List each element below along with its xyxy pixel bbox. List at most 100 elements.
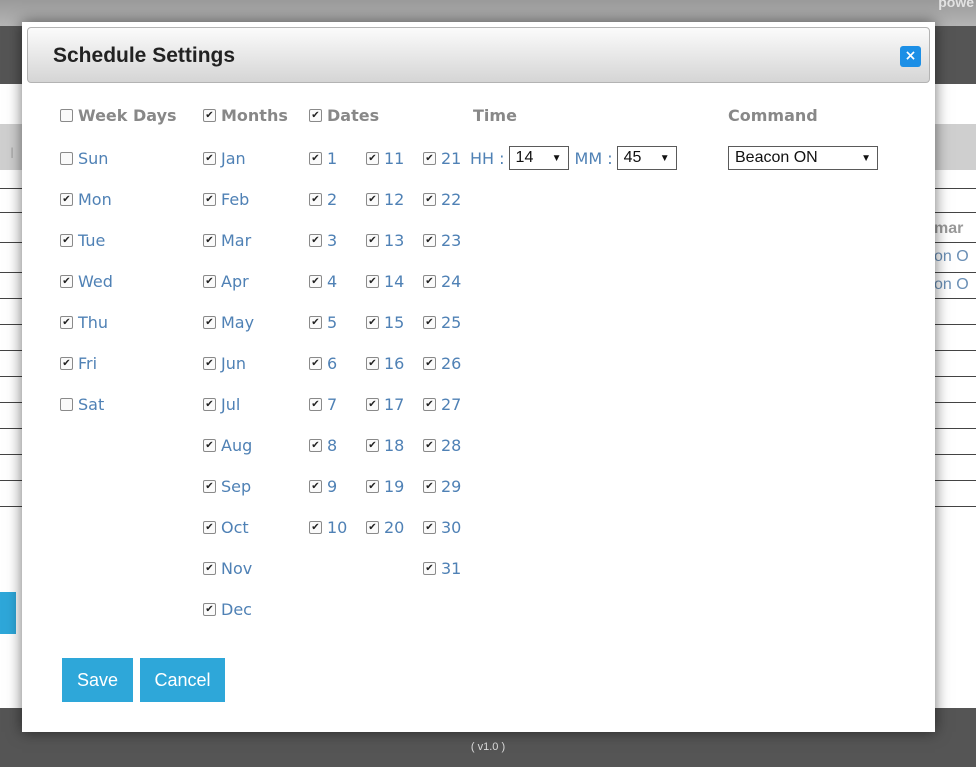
week-days-item[interactable]: ✔ Tue xyxy=(60,231,105,250)
months-checkbox[interactable]: ✔ xyxy=(203,521,216,534)
week-days-checkbox[interactable]: ✔ xyxy=(60,316,73,329)
months-checkbox[interactable]: ✔ xyxy=(203,152,216,165)
side-button[interactable] xyxy=(0,592,16,634)
date-item[interactable]: ✔ 28 xyxy=(423,436,461,455)
dates-header[interactable]: ✔ Dates xyxy=(309,106,379,125)
week-days-select-all-checkbox[interactable] xyxy=(60,109,73,122)
week-days-checkbox[interactable]: ✔ xyxy=(60,357,73,370)
date-checkbox[interactable]: ✔ xyxy=(309,398,322,411)
week-days-header[interactable]: Week Days xyxy=(60,106,177,125)
dates-select-all-checkbox[interactable]: ✔ xyxy=(309,109,322,122)
date-item[interactable]: ✔ 10 xyxy=(309,518,347,537)
months-item[interactable]: ✔ Jun xyxy=(203,354,246,373)
date-checkbox[interactable]: ✔ xyxy=(423,193,436,206)
week-days-item[interactable]: ✔ Fri xyxy=(60,354,97,373)
date-item[interactable]: ✔ 25 xyxy=(423,313,461,332)
date-item[interactable]: ✔ 14 xyxy=(366,272,404,291)
save-button[interactable]: Save xyxy=(62,658,133,702)
months-item[interactable]: ✔ May xyxy=(203,313,254,332)
months-item[interactable]: ✔ Sep xyxy=(203,477,251,496)
months-item[interactable]: ✔ Jan xyxy=(203,149,246,168)
date-checkbox[interactable]: ✔ xyxy=(366,316,379,329)
week-days-checkbox[interactable] xyxy=(60,152,73,165)
months-select-all-checkbox[interactable]: ✔ xyxy=(203,109,216,122)
date-item[interactable]: ✔ 21 xyxy=(423,149,461,168)
date-checkbox[interactable]: ✔ xyxy=(309,234,322,247)
week-days-checkbox[interactable]: ✔ xyxy=(60,234,73,247)
months-header[interactable]: ✔ Months xyxy=(203,106,288,125)
months-checkbox[interactable]: ✔ xyxy=(203,234,216,247)
date-checkbox[interactable]: ✔ xyxy=(309,521,322,534)
week-days-item[interactable]: ✔ Thu xyxy=(60,313,108,332)
months-checkbox[interactable]: ✔ xyxy=(203,193,216,206)
date-checkbox[interactable]: ✔ xyxy=(423,152,436,165)
minute-select[interactable]: 45 ▼ xyxy=(616,146,677,170)
week-days-checkbox[interactable]: ✔ xyxy=(60,193,73,206)
table-cell[interactable]: on O xyxy=(934,276,969,294)
date-item[interactable]: ✔ 4 xyxy=(309,272,337,291)
date-item[interactable]: ✔ 12 xyxy=(366,190,404,209)
date-item[interactable]: ✔ 20 xyxy=(366,518,404,537)
date-checkbox[interactable]: ✔ xyxy=(309,480,322,493)
months-item[interactable]: ✔ Jul xyxy=(203,395,240,414)
date-checkbox[interactable]: ✔ xyxy=(309,357,322,370)
date-checkbox[interactable]: ✔ xyxy=(423,275,436,288)
months-checkbox[interactable]: ✔ xyxy=(203,316,216,329)
date-checkbox[interactable]: ✔ xyxy=(366,193,379,206)
date-checkbox[interactable]: ✔ xyxy=(366,234,379,247)
date-checkbox[interactable]: ✔ xyxy=(366,275,379,288)
months-checkbox[interactable]: ✔ xyxy=(203,480,216,493)
date-checkbox[interactable]: ✔ xyxy=(423,562,436,575)
date-checkbox[interactable]: ✔ xyxy=(423,439,436,452)
week-days-item[interactable]: ✔ Mon xyxy=(60,190,112,209)
date-item[interactable]: ✔ 27 xyxy=(423,395,461,414)
date-item[interactable]: ✔ 23 xyxy=(423,231,461,250)
cancel-button[interactable]: Cancel xyxy=(140,658,225,702)
date-item[interactable]: ✔ 6 xyxy=(309,354,337,373)
week-days-item[interactable]: Sat xyxy=(60,395,104,414)
date-item[interactable]: ✔ 19 xyxy=(366,477,404,496)
date-item[interactable]: ✔ 18 xyxy=(366,436,404,455)
months-checkbox[interactable]: ✔ xyxy=(203,357,216,370)
months-item[interactable]: ✔ Nov xyxy=(203,559,252,578)
months-checkbox[interactable]: ✔ xyxy=(203,562,216,575)
date-item[interactable]: ✔ 22 xyxy=(423,190,461,209)
date-checkbox[interactable]: ✔ xyxy=(423,521,436,534)
months-checkbox[interactable]: ✔ xyxy=(203,439,216,452)
date-checkbox[interactable]: ✔ xyxy=(309,193,322,206)
date-item[interactable]: ✔ 5 xyxy=(309,313,337,332)
date-checkbox[interactable]: ✔ xyxy=(423,357,436,370)
date-checkbox[interactable]: ✔ xyxy=(309,439,322,452)
months-checkbox[interactable]: ✔ xyxy=(203,603,216,616)
date-item[interactable]: ✔ 7 xyxy=(309,395,337,414)
date-checkbox[interactable]: ✔ xyxy=(366,439,379,452)
months-item[interactable]: ✔ Feb xyxy=(203,190,249,209)
date-checkbox[interactable]: ✔ xyxy=(423,398,436,411)
date-checkbox[interactable]: ✔ xyxy=(366,152,379,165)
months-checkbox[interactable]: ✔ xyxy=(203,275,216,288)
date-item[interactable]: ✔ 31 xyxy=(423,559,461,578)
week-days-checkbox[interactable]: ✔ xyxy=(60,275,73,288)
command-select[interactable]: Beacon ON ▼ xyxy=(728,146,878,170)
week-days-item[interactable]: Sun xyxy=(60,149,108,168)
date-item[interactable]: ✔ 13 xyxy=(366,231,404,250)
date-checkbox[interactable]: ✔ xyxy=(423,316,436,329)
date-item[interactable]: ✔ 9 xyxy=(309,477,337,496)
date-item[interactable]: ✔ 29 xyxy=(423,477,461,496)
months-item[interactable]: ✔ Mar xyxy=(203,231,251,250)
close-icon[interactable]: × xyxy=(900,46,921,67)
date-item[interactable]: ✔ 26 xyxy=(423,354,461,373)
date-checkbox[interactable]: ✔ xyxy=(366,521,379,534)
date-checkbox[interactable]: ✔ xyxy=(309,316,322,329)
date-checkbox[interactable]: ✔ xyxy=(366,357,379,370)
date-checkbox[interactable]: ✔ xyxy=(423,480,436,493)
date-checkbox[interactable]: ✔ xyxy=(366,398,379,411)
months-checkbox[interactable]: ✔ xyxy=(203,398,216,411)
months-item[interactable]: ✔ Oct xyxy=(203,518,249,537)
months-item[interactable]: ✔ Dec xyxy=(203,600,252,619)
date-item[interactable]: ✔ 30 xyxy=(423,518,461,537)
date-item[interactable]: ✔ 17 xyxy=(366,395,404,414)
date-item[interactable]: ✔ 11 xyxy=(366,149,404,168)
months-item[interactable]: ✔ Apr xyxy=(203,272,249,291)
date-checkbox[interactable]: ✔ xyxy=(423,234,436,247)
